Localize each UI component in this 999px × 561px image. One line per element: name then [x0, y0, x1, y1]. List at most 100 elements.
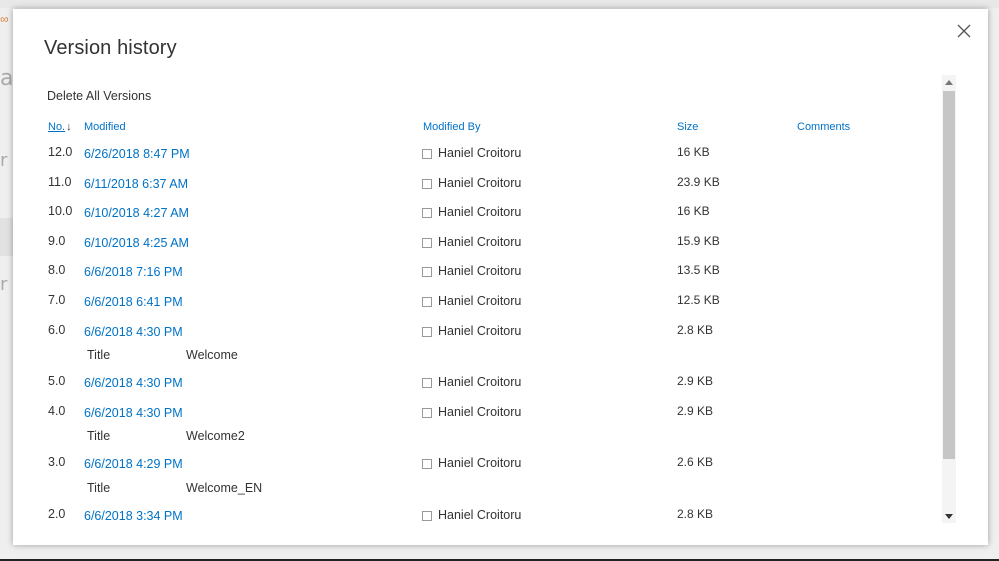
presence-checkbox-icon [422, 459, 432, 470]
version-size: 16 KB [677, 145, 710, 159]
presence-checkbox-icon [422, 149, 432, 159]
column-header-comments[interactable]: Comments [797, 121, 850, 137]
version-modified-link[interactable]: 6/6/2018 4:29 PM [84, 457, 183, 471]
version-size: 12.5 KB [677, 293, 720, 307]
table-row: 12.0 6/26/2018 8:47 PM Haniel Croitoru 16 K… [13, 145, 943, 167]
change-field-value: Welcome [186, 348, 238, 363]
version-modified-by[interactable]: Haniel Croitoru [438, 405, 521, 419]
column-header-size[interactable]: Size [677, 121, 698, 137]
version-modified-by[interactable]: Haniel Croitoru [438, 205, 521, 219]
change-field-label: Title [87, 348, 111, 363]
version-change-row: Title Welcome_EN [13, 481, 943, 499]
version-modified-link[interactable]: 6/10/2018 4:27 AM [84, 206, 189, 220]
column-header-no[interactable]: No.↓ [48, 121, 72, 137]
dialog-title: Version history [44, 37, 177, 59]
vertical-scrollbar[interactable] [942, 75, 956, 523]
version-modified-by[interactable]: Haniel Croitoru [438, 508, 521, 522]
table-row: 8.0 6/6/2018 7:16 PM Haniel Croitoru 13.5 K… [13, 263, 943, 285]
version-size: 2.6 KB [677, 455, 714, 470]
close-button[interactable] [957, 24, 973, 40]
table-row: 4.0 6/6/2018 4:30 PM Haniel Croitoru 2.9 KB [13, 404, 943, 426]
background-header-strip [0, 0, 999, 8]
version-number: 10.0 [48, 204, 73, 219]
column-header-modified[interactable]: Modified [84, 121, 126, 137]
presence-checkbox-icon [422, 267, 432, 278]
column-header-modified-by[interactable]: Modified By [423, 121, 480, 137]
presence-checkbox-icon [422, 208, 432, 219]
version-modified-by[interactable]: Haniel Croitoru [438, 146, 521, 160]
version-modified-link[interactable]: 6/6/2018 4:30 PM [84, 406, 183, 420]
version-change-row: Title Welcome2 [13, 429, 943, 447]
version-modified-link[interactable]: 6/6/2018 4:30 PM [84, 325, 183, 339]
version-number: 5.0 [48, 374, 66, 389]
scroll-up-button[interactable] [942, 75, 956, 89]
version-modified-by[interactable]: Haniel Croitoru [438, 324, 521, 338]
version-number: 6.0 [48, 322, 66, 337]
sort-descending-icon: ↓ [66, 121, 72, 133]
version-number: 8.0 [48, 263, 66, 278]
version-number: 11.0 [48, 174, 72, 189]
version-modified-link[interactable]: 6/6/2018 6:41 PM [84, 295, 183, 309]
version-number: 3.0 [48, 455, 66, 470]
version-modified-by[interactable]: Haniel Croitoru [438, 294, 521, 308]
background-band [0, 218, 14, 256]
table-row: 6.0 6/6/2018 4:30 PM Haniel Croitoru 2.8 KB [13, 323, 943, 345]
version-modified-link[interactable]: 6/6/2018 3:34 PM [84, 509, 183, 523]
table-row: 2.0 6/6/2018 3:34 PM Haniel Croitoru 2.8 KB [13, 507, 943, 529]
presence-checkbox-icon [422, 378, 432, 389]
background-text-fragment: r [0, 150, 8, 171]
version-number: 12.0 [48, 145, 73, 159]
table-row: 3.0 6/6/2018 4:29 PM Haniel Croitoru 2.6 KB [13, 455, 943, 477]
presence-checkbox-icon [422, 237, 432, 248]
version-modified-link[interactable]: 6/6/2018 7:16 PM [84, 265, 183, 279]
close-icon [957, 24, 971, 38]
version-modified-link[interactable]: 6/10/2018 4:25 AM [84, 236, 189, 250]
scroll-down-button[interactable] [942, 509, 956, 523]
version-size: 13.5 KB [677, 263, 720, 278]
version-list: No.↓ Modified Modified By Size Comments … [13, 121, 943, 536]
table-row: 10.0 6/10/2018 4:27 AM Haniel Croitoru 16 K… [13, 204, 943, 226]
version-modified-by[interactable]: Haniel Croitoru [438, 456, 521, 470]
version-number: 9.0 [48, 233, 66, 248]
version-modified-by[interactable]: Haniel Croitoru [438, 375, 521, 389]
version-size: 15.9 KB [677, 233, 720, 248]
version-size: 16 KB [677, 204, 710, 219]
version-modified-by[interactable]: Haniel Croitoru [438, 264, 521, 278]
version-modified-link[interactable]: 6/6/2018 4:30 PM [84, 376, 183, 390]
table-row: 11.0 6/11/2018 6:37 AM Haniel Croitoru 23.9… [13, 175, 943, 197]
scroll-thumb[interactable] [943, 91, 955, 459]
version-modified-link[interactable]: 6/11/2018 6:37 AM [84, 177, 188, 191]
version-size: 2.8 KB [677, 507, 714, 521]
change-field-label: Title [87, 481, 111, 495]
table-row: 9.0 6/10/2018 4:25 AM Haniel Croitoru 15.9 … [13, 234, 943, 256]
presence-checkbox-icon [422, 326, 432, 337]
presence-checkbox-icon [422, 297, 432, 307]
version-number: 4.0 [48, 403, 66, 418]
change-field-value: Welcome_EN [186, 481, 263, 495]
version-history-dialog: Version history Delete All Versions No.↓… [13, 9, 988, 545]
background-text-fragment: a [0, 66, 14, 91]
presence-checkbox-icon [422, 407, 432, 418]
version-size: 2.9 KB [677, 374, 714, 389]
version-size: 2.8 KB [677, 322, 714, 337]
table-row: 5.0 6/6/2018 4:30 PM Haniel Croitoru 2.9 KB [13, 374, 943, 396]
change-field-value: Welcome2 [186, 429, 245, 444]
version-size: 2.9 KB [677, 403, 714, 418]
version-number: 7.0 [48, 293, 66, 307]
scroll-up-arrow-icon [945, 79, 953, 85]
scroll-down-arrow-icon [945, 513, 953, 519]
delete-all-versions-link[interactable]: Delete All Versions [47, 89, 151, 103]
version-number: 2.0 [48, 507, 66, 521]
column-header-no-label: No. [48, 121, 66, 133]
background-text-fragment: r [0, 274, 8, 295]
version-size: 23.9 KB [677, 174, 720, 189]
version-change-row: Title Welcome [13, 348, 943, 366]
presence-checkbox-icon [422, 511, 432, 521]
version-modified-link[interactable]: 6/26/2018 8:47 PM [84, 147, 190, 161]
presence-checkbox-icon [422, 178, 432, 189]
table-row: 7.0 6/6/2018 6:41 PM Haniel Croitoru 12.5 K… [13, 293, 943, 315]
version-modified-by[interactable]: Haniel Croitoru [438, 176, 521, 190]
version-modified-by[interactable]: Haniel Croitoru [438, 235, 521, 249]
background-logo-icon: ∞ [0, 12, 9, 26]
change-field-label: Title [87, 429, 111, 444]
